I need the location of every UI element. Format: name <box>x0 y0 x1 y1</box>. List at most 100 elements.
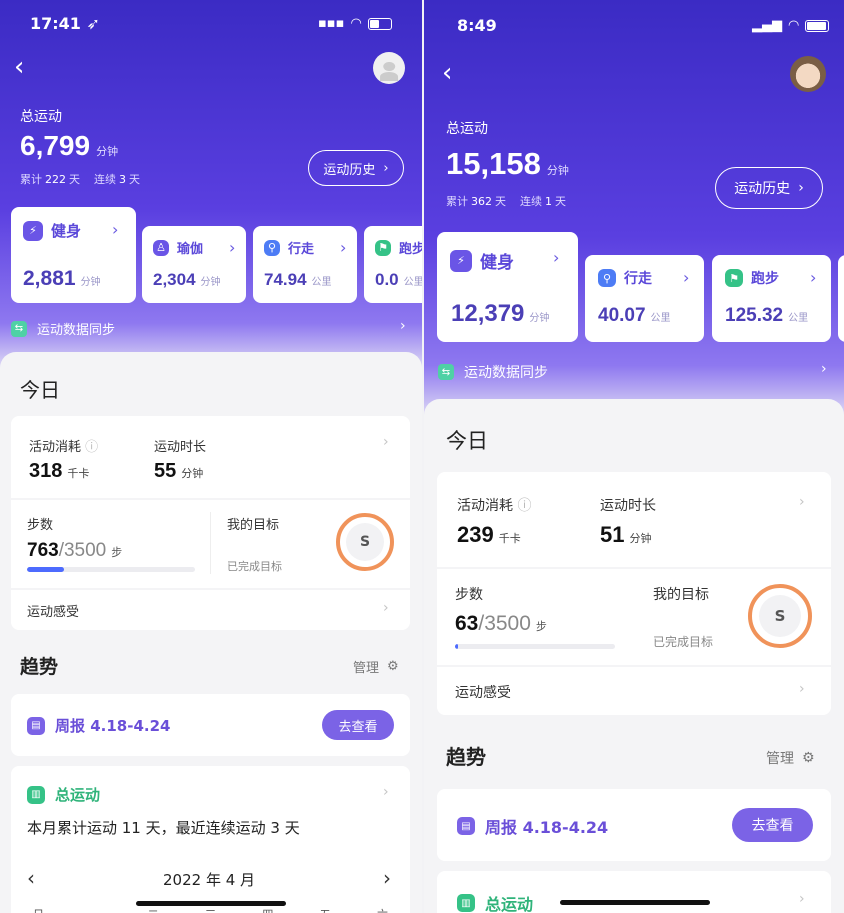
view-report-button[interactable]: 去查看 <box>322 710 394 740</box>
goal-ring[interactable]: S <box>336 513 394 571</box>
prev-month-icon[interactable]: ‹ <box>27 866 35 890</box>
chevron-right-icon: › <box>383 600 389 616</box>
weekly-report-label: 周报 4.18-4.24 <box>55 717 171 735</box>
sync-label: 运动数据同步 <box>37 323 116 338</box>
category-value: 125.32 公里 <box>725 305 809 326</box>
duration-value: 51 分钟 <box>600 522 652 547</box>
content-sheet: 今日 活动消耗 ⓘ 318 千卡 运动时长 55 分钟 › 步数 763/3500 步… <box>0 352 422 913</box>
category-card-fitness[interactable]: ⚡ 健身 › 2,881 分钟 <box>11 207 136 303</box>
steps-card[interactable]: 步数 63/3500 步 我的目标 已完成目标 S <box>437 569 831 665</box>
category-name: 跑步 <box>399 242 422 257</box>
sync-row[interactable]: ⇆ 运动数据同步 <box>438 362 548 382</box>
total-card-title: 总运动 <box>485 895 534 913</box>
sync-row[interactable]: ⇆ 运动数据同步 <box>11 319 115 338</box>
total-card[interactable]: ▥ 总运动 › 本月累计运动 11 天，最近连续运动 3 天 ‹ 2022 年 4… <box>11 766 410 913</box>
category-card-fitness[interactable]: ⚡ 健身 › 12,379 分钟 <box>437 232 578 342</box>
steps-label: 步数 <box>455 587 483 603</box>
category-name: 行走 <box>288 242 315 257</box>
status-time: 8:49 <box>457 16 497 35</box>
signal-icon: ▪▪▪ <box>318 16 345 31</box>
run-icon: ⚑ <box>725 269 743 287</box>
total-label: 总运动 <box>20 109 62 125</box>
category-card-run[interactable]: ⚑ 跑步 0.0 公里 <box>364 226 422 303</box>
duration-label: 运动时长 <box>154 440 207 455</box>
chevron-right-icon: › <box>799 891 805 907</box>
battery-icon <box>805 19 830 32</box>
month-summary: 本月累计运动 11 天，最近连续运动 3 天 <box>27 819 300 837</box>
sync-label: 运动数据同步 <box>464 365 548 381</box>
yoga-icon: ♙ <box>153 239 169 256</box>
back-icon[interactable]: ‹ <box>442 60 452 86</box>
weekly-report-card[interactable]: ▤ 周报 4.18-4.24 去查看 <box>11 694 410 756</box>
feel-label: 运动感受 <box>27 605 80 620</box>
avatar[interactable] <box>790 56 826 92</box>
chevron-right-icon: › <box>229 238 236 257</box>
run-icon: ⚑ <box>375 239 391 256</box>
category-name: 健身 <box>51 222 82 240</box>
chevron-right-icon: › <box>383 160 389 176</box>
category-name: 行走 <box>624 271 652 287</box>
category-value: 74.94 公里 <box>264 270 332 289</box>
goal-label: 我的目标 <box>227 518 280 533</box>
status-icons: ▪▪▪ ◠ <box>318 16 392 31</box>
info-icon: ⓘ <box>517 498 532 514</box>
today-title: 今日 <box>446 429 488 453</box>
status-icons: ▂▄▆ ◠ <box>752 18 830 33</box>
weekly-report-card[interactable]: ▤ 周报 4.18-4.24 去查看 <box>437 789 831 861</box>
wifi-icon: ◠ <box>350 16 362 31</box>
goal-status: 已完成目标 <box>653 635 714 649</box>
next-month-icon[interactable]: › <box>383 866 391 890</box>
manage-button[interactable]: 管理 ⚙ <box>353 657 399 676</box>
category-card-more[interactable] <box>838 255 844 342</box>
steps-progress-fill <box>27 567 64 572</box>
total-card-title: 总运动 <box>55 786 101 804</box>
feel-row[interactable]: 运动感受 › <box>11 590 410 630</box>
category-card-walk[interactable]: ⚲ 行走 › 40.07 公里 <box>585 255 704 342</box>
category-value: 0.0 公里 <box>375 270 422 289</box>
total-card[interactable]: ▥ 总运动 › <box>437 871 831 913</box>
sliders-icon: ⚙ <box>387 659 399 674</box>
avatar[interactable] <box>373 52 405 84</box>
category-name: 健身 <box>480 253 514 273</box>
history-button[interactable]: 运动历史 › <box>715 167 823 209</box>
chevron-right-icon: › <box>798 180 804 196</box>
total-subline: 累计 222 天 连续 3 天 <box>20 173 140 186</box>
activity-card[interactable]: 活动消耗 ⓘ 318 千卡 运动时长 55 分钟 › <box>11 416 410 498</box>
sync-icon: ⇆ <box>438 364 454 380</box>
duration-value: 55 分钟 <box>154 460 204 482</box>
weekday-row: 日一二三四五六 <box>33 906 388 913</box>
chevron-right-icon: › <box>400 318 406 334</box>
calories-value: 239 千卡 <box>457 522 521 547</box>
category-value: 2,304 分钟 <box>153 270 221 289</box>
steps-card[interactable]: 步数 763/3500 步 我的目标 已完成目标 S <box>11 500 410 588</box>
duration-label: 运动时长 <box>600 498 656 514</box>
home-indicator <box>136 901 286 906</box>
history-button[interactable]: 运动历史 › <box>308 150 404 186</box>
divider <box>210 512 211 574</box>
category-card-yoga[interactable]: ♙ 瑜伽 › 2,304 分钟 <box>142 226 246 303</box>
goal-ring[interactable]: S <box>748 584 812 648</box>
lightning-icon: ⚡ <box>450 249 472 272</box>
steps-value: 763/3500 步 <box>27 540 123 561</box>
activity-card[interactable]: 活动消耗 ⓘ 239 千卡 运动时长 51 分钟 › <box>437 472 831 567</box>
category-name: 跑步 <box>751 271 779 287</box>
chevron-right-icon: › <box>810 268 817 287</box>
back-icon[interactable]: ‹ <box>14 54 24 80</box>
bar-chart-icon: ▥ <box>457 894 475 912</box>
view-report-button[interactable]: 去查看 <box>732 808 813 842</box>
today-title: 今日 <box>20 378 60 402</box>
report-icon: ▤ <box>457 817 475 835</box>
manage-button[interactable]: 管理 ⚙ <box>766 748 815 768</box>
total-value: 15,158 分钟 <box>446 146 569 181</box>
steps-progress-bar <box>455 644 615 649</box>
trend-title: 趋势 <box>446 745 486 769</box>
feel-row[interactable]: 运动感受 › <box>437 667 831 715</box>
calories-label: 活动消耗 ⓘ <box>457 498 532 514</box>
home-indicator <box>560 900 710 905</box>
category-card-walk[interactable]: ⚲ 行走 › 74.94 公里 <box>253 226 357 303</box>
chevron-right-icon: › <box>383 434 389 450</box>
category-card-run[interactable]: ⚑ 跑步 › 125.32 公里 <box>712 255 831 342</box>
sync-icon: ⇆ <box>11 320 27 337</box>
goal-ring-letter: S <box>759 595 801 637</box>
bar-chart-icon: ▥ <box>27 785 45 804</box>
